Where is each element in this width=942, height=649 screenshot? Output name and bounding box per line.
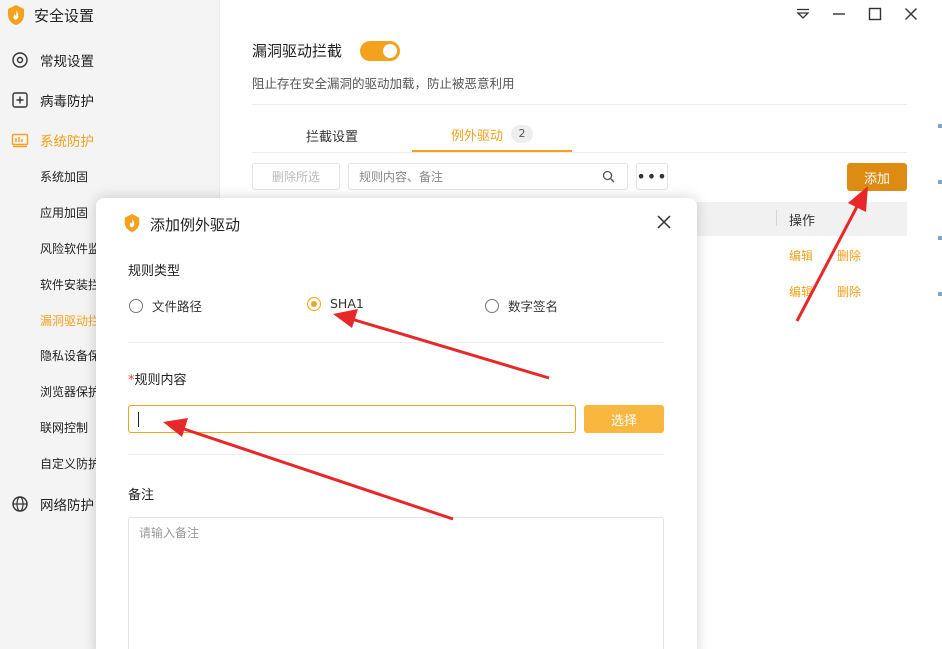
radio-circle (485, 298, 499, 313)
plus-square-icon (11, 91, 29, 109)
divider (128, 454, 664, 455)
close-icon[interactable] (900, 3, 922, 25)
rule-type-label: 规则类型 (128, 264, 181, 279)
gear-icon (11, 51, 29, 69)
tab-label: 拦截设置 (305, 129, 358, 145)
search-placeholder: 规则内容、备注 (359, 170, 444, 184)
remark-textarea[interactable]: 请输入备注 (128, 517, 664, 649)
app-logo-icon (8, 5, 24, 25)
edge-mark (938, 292, 942, 296)
divider (252, 104, 907, 105)
sidebar-item-virus[interactable]: 病毒防护 (0, 80, 220, 120)
sidebar-subitem-risk-software[interactable]: 风险软件监控 (40, 237, 98, 261)
radio-label: 文件路径 (152, 299, 203, 314)
dialog-title: 添加例外驱动 (150, 216, 241, 234)
column-header-ops: 操作 (789, 214, 816, 229)
delete-link[interactable]: 删除 (837, 247, 861, 264)
delete-selected-button[interactable]: 删除所选 (252, 163, 340, 190)
dialog-logo-icon (124, 214, 140, 232)
sidebar-item-system[interactable]: 系统防护 (0, 120, 220, 160)
add-exception-dialog: 添加例外驱动 规则类型 文件路径 SHA1 数字签名 *规则内容 选择 备注 请… (96, 198, 697, 649)
edit-link[interactable]: 编辑 (789, 247, 813, 264)
tab-block-settings[interactable]: 拦截设置 (252, 118, 412, 152)
sidebar-item-label: 常规设置 (40, 54, 94, 70)
text-caret (138, 412, 139, 427)
rule-content-input[interactable] (128, 405, 576, 433)
remark-placeholder: 请输入备注 (139, 526, 200, 540)
edge-mark (938, 180, 942, 184)
divider (128, 342, 664, 343)
tabs-divider (252, 152, 907, 153)
tab-label: 例外驱动 (450, 128, 503, 144)
sidebar-subitem-privacy-device[interactable]: 隐私设备保护 (40, 344, 98, 368)
more-button[interactable]: ••• (636, 163, 668, 190)
feature-description: 阻止存在安全漏洞的驱动加载，防止被恶意利用 (252, 76, 515, 91)
rule-content-label-text: 规则内容 (134, 373, 187, 388)
sidebar-item-label: 系统防护 (40, 134, 94, 150)
column-separator (776, 210, 777, 226)
edge-mark (938, 236, 942, 240)
radio-file-path[interactable]: 文件路径 (129, 296, 202, 315)
delete-link[interactable]: 删除 (837, 283, 861, 300)
sidebar-subitem-vuln-driver[interactable]: 漏洞驱动拦截 (40, 309, 98, 333)
edge-mark (938, 124, 942, 128)
maximize-icon[interactable] (864, 3, 886, 25)
search-icon (602, 170, 615, 183)
remark-label: 备注 (128, 488, 155, 503)
radio-circle (129, 298, 143, 313)
feature-toggle[interactable] (360, 41, 400, 61)
sidebar-subitem-network-control[interactable]: 联网控制 (40, 416, 98, 440)
rule-content-label: *规则内容 (128, 369, 187, 388)
sidebar-subitem-system-hardening[interactable]: 系统加固 (40, 165, 98, 189)
sidebar-item-general[interactable]: 常规设置 (0, 40, 220, 80)
radio-label: SHA1 (330, 296, 364, 311)
radio-label: 数字签名 (508, 299, 559, 314)
sidebar-subitem-custom[interactable]: 自定义防护 (40, 452, 98, 476)
radio-digital-signature[interactable]: 数字签名 (485, 296, 558, 315)
toggle-knob (383, 44, 397, 58)
sidebar-subitem-software-install[interactable]: 软件安装拦截 (40, 273, 98, 297)
sidebar-item-label: 病毒防护 (40, 94, 94, 110)
system-icon (11, 131, 29, 149)
sidebar-subitem-browser[interactable]: 浏览器保护 (40, 380, 98, 404)
radio-circle (307, 296, 321, 311)
app-title: 安全设置 (34, 6, 95, 25)
add-button[interactable]: 添加 (847, 163, 907, 191)
menu-icon[interactable] (792, 3, 814, 25)
tab-exception-drivers[interactable]: 例外驱动 2 (412, 118, 572, 152)
sidebar-subitem-app-hardening[interactable]: 应用加固 (40, 201, 98, 225)
search-input[interactable]: 规则内容、备注 (348, 163, 628, 190)
select-button[interactable]: 选择 (584, 405, 664, 433)
radio-sha1[interactable]: SHA1 (307, 296, 364, 311)
app-header: 安全设置 (0, 0, 220, 30)
dialog-close-icon[interactable] (656, 214, 672, 230)
edit-link[interactable]: 编辑 (789, 283, 813, 300)
sidebar-item-label: 网络防护 (40, 498, 94, 514)
globe-icon (11, 495, 29, 513)
page-title: 漏洞驱动拦截 (252, 42, 343, 60)
minimize-icon[interactable] (828, 3, 850, 25)
count-badge: 2 (511, 125, 533, 143)
